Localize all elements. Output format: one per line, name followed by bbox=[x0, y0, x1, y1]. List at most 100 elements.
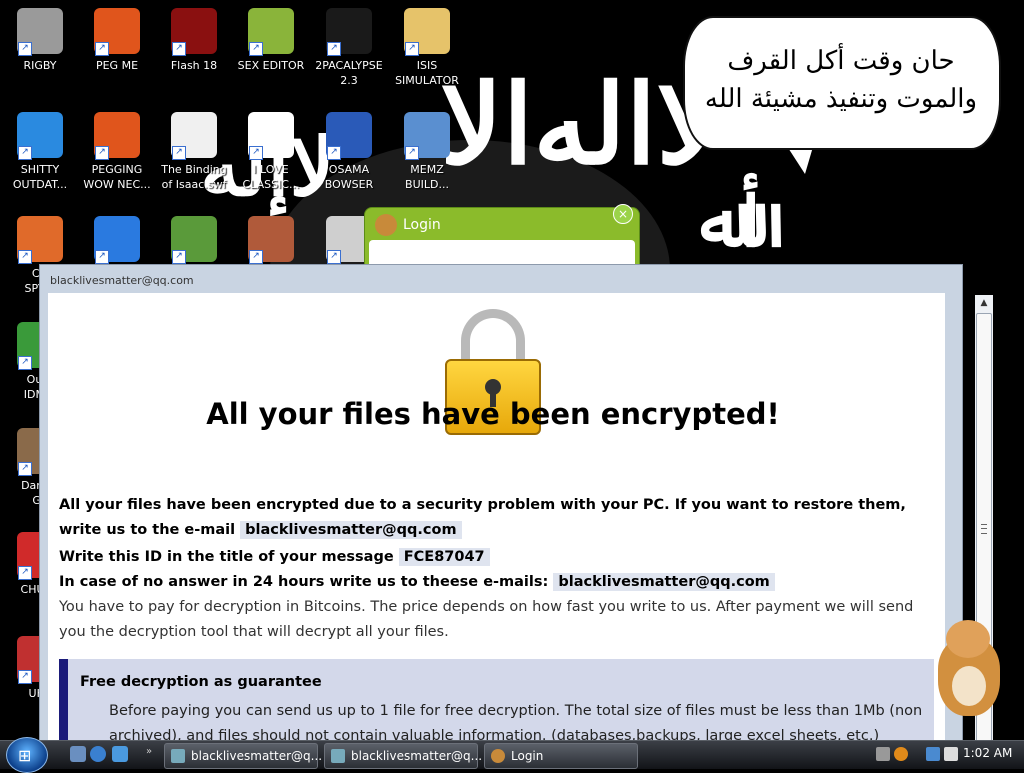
ransom-note-content: All your files have been encrypted! All … bbox=[48, 293, 945, 740]
desktop-icon[interactable]: ↗ 2PACALYPSE 2.3 bbox=[311, 8, 387, 88]
shortcut-arrow-icon: ↗ bbox=[18, 42, 32, 56]
csharp-icon: ↗ bbox=[171, 216, 217, 264]
obama-logo-icon: ↗ bbox=[326, 112, 372, 160]
desktop-icon[interactable]: ↗ PEGGING WOW NEC... bbox=[79, 112, 155, 192]
taskbar-item-label: blacklivesmatter@q... bbox=[351, 749, 483, 763]
shortcut-arrow-icon: ↗ bbox=[249, 146, 263, 160]
desktop-icon-label: PEG ME bbox=[95, 59, 139, 72]
calendar-icon: ↗ bbox=[248, 112, 294, 160]
contact-email[interactable]: blacklivesmatter@qq.com bbox=[240, 521, 462, 539]
portrait-64-icon: ↗ bbox=[248, 216, 294, 264]
desktop-icon-label: RIGBY bbox=[23, 59, 57, 72]
flash-icon: ↗ bbox=[171, 8, 217, 56]
tray-app-icon[interactable] bbox=[876, 747, 890, 761]
guarantee-box: Free decryption as guarantee Before payi… bbox=[59, 659, 934, 740]
desktop-icon-label: PEGGING WOW NEC... bbox=[83, 163, 151, 191]
speech-line-1: حان وقت أكل القرف bbox=[727, 46, 955, 76]
shortcut-arrow-icon: ↗ bbox=[405, 146, 419, 160]
shortcut-arrow-icon: ↗ bbox=[95, 146, 109, 160]
desktop-icon[interactable]: ↗ bbox=[79, 216, 155, 266]
desktop-icon[interactable]: ↗ bbox=[233, 216, 309, 266]
desktop-icon-label: The Binding of Isaac.swf bbox=[161, 163, 227, 191]
shortcut-arrow-icon: ↗ bbox=[172, 42, 186, 56]
clock[interactable]: 1:02 AM bbox=[963, 746, 1012, 760]
speech-bubble-text: حان وقت أكل القرف والموت وتنفيذ مشيئة ال… bbox=[693, 42, 989, 118]
shortcut-arrow-icon: ↗ bbox=[327, 146, 341, 160]
shortcut-arrow-icon: ↗ bbox=[18, 670, 32, 684]
flash-file-icon: ↗ bbox=[171, 112, 217, 160]
backup-email[interactable]: blacklivesmatter@qq.com bbox=[553, 573, 775, 591]
window-icon: ↗ bbox=[404, 112, 450, 160]
shortcut-arrow-icon: ↗ bbox=[95, 42, 109, 56]
desktop-icon-label: SEX EDITOR bbox=[237, 59, 305, 72]
taskbar: ⊞ » blacklivesmatter@q... blacklivesmatt… bbox=[0, 737, 1024, 773]
guarantee-title: Free decryption as guarantee bbox=[80, 674, 322, 690]
window-icon bbox=[331, 749, 345, 763]
victim-id: FCE87047 bbox=[398, 548, 490, 566]
desktop-icon-label: SHITTY OUTDAT... bbox=[12, 163, 68, 191]
shortcut-arrow-icon: ↗ bbox=[405, 42, 419, 56]
window-icon bbox=[171, 749, 185, 763]
taskbar-item-ransom-1[interactable]: blacklivesmatter@q... bbox=[164, 743, 322, 769]
ransom-paragraph-backup: In case of no answer in 24 hours write u… bbox=[59, 570, 929, 595]
desktop-icon[interactable]: ↗ ISIS SIMULATOR bbox=[389, 8, 465, 88]
ransom-window[interactable]: blacklivesmatter@qq.com All your files h… bbox=[39, 264, 993, 740]
ransom-paragraph-payment: You have to pay for decryption in Bitcoi… bbox=[59, 599, 914, 640]
wallpaper-script: ﺃﷲ bbox=[700, 180, 761, 263]
shortcut-arrow-icon: ↗ bbox=[18, 462, 32, 476]
chevron-icon[interactable]: » bbox=[146, 746, 152, 757]
desktop-icon-label: Flash 18 bbox=[170, 59, 218, 72]
ransom-window-titlebar[interactable]: blacklivesmatter@qq.com bbox=[40, 265, 962, 293]
shortcut-arrow-icon: ↗ bbox=[18, 566, 32, 580]
windows-logo-icon: ⊞ bbox=[18, 746, 32, 765]
shortcut-arrow-icon: ↗ bbox=[249, 42, 263, 56]
peggle-icon: ↗ bbox=[94, 8, 140, 56]
taskbar-item-ransom-2[interactable]: blacklivesmatter@q... bbox=[324, 743, 482, 769]
raccoon-icon: ↗ bbox=[17, 8, 63, 56]
desktop-icon[interactable]: ↗ OSAMA BOWSER bbox=[311, 112, 387, 192]
desktop-icon[interactable]: ↗ Flash 18 bbox=[156, 8, 232, 73]
guarantee-text: Before paying you can send us up to 1 fi… bbox=[109, 703, 923, 740]
hamster-mascot-icon[interactable] bbox=[930, 618, 1010, 718]
speech-line-2: والموت وتنفيذ مشيئة الله bbox=[704, 84, 978, 114]
desktop-icon[interactable]: ↗ MEMZ BUILD... bbox=[389, 112, 465, 192]
desktop-icon[interactable]: ↗ The Binding of Isaac.swf bbox=[156, 112, 232, 192]
desktop-icon[interactable]: ↗ SHITTY OUTDAT... bbox=[2, 112, 78, 192]
login-window-title: Login bbox=[403, 217, 441, 233]
desktop-icon-label: I LOVE CLASSIC... bbox=[242, 163, 300, 191]
quicklaunch-media-icon[interactable] bbox=[112, 746, 128, 762]
taskbar-item-label: blacklivesmatter@q... bbox=[191, 749, 323, 763]
hex-editor-icon: ↗ bbox=[248, 8, 294, 56]
desktop-icon[interactable]: ↗ RIGBY bbox=[2, 8, 78, 73]
shortcut-arrow-icon: ↗ bbox=[172, 250, 186, 264]
quicklaunch-browser-icon[interactable] bbox=[90, 746, 106, 762]
folder-icon: ↗ bbox=[404, 8, 450, 56]
close-icon[interactable]: × bbox=[613, 204, 633, 224]
shortcut-arrow-icon: ↗ bbox=[95, 250, 109, 264]
peggle-icon: ↗ bbox=[94, 216, 140, 264]
desktop-icon[interactable]: ↗ I LOVE CLASSIC... bbox=[233, 112, 309, 192]
ransom-headline: All your files have been encrypted! bbox=[206, 397, 780, 431]
volume-icon[interactable] bbox=[944, 747, 958, 761]
paragraph-text: In case of no answer in 24 hours write u… bbox=[59, 574, 549, 590]
scroll-up-icon[interactable]: ▲ bbox=[975, 295, 993, 311]
network-icon[interactable] bbox=[926, 747, 940, 761]
shortcut-arrow-icon: ↗ bbox=[327, 42, 341, 56]
taskbar-item-login[interactable]: Login bbox=[484, 743, 638, 769]
tray-search-icon[interactable] bbox=[894, 747, 908, 761]
quicklaunch-desktop-icon[interactable] bbox=[70, 746, 86, 762]
hamster-icon bbox=[375, 214, 397, 236]
desktop-icon[interactable]: ↗ PEG ME bbox=[79, 8, 155, 73]
desktop: ﻻﺍﻟﻪﺍﻻ ﻻﺇﻟﻪ ﺃﷲ ↗ RIGBY ↗ PEG ME ↗ Flash 18 ↗ SE… bbox=[0, 0, 1024, 740]
desktop-icon[interactable]: ↗ bbox=[156, 216, 232, 266]
shortcut-arrow-icon: ↗ bbox=[18, 250, 32, 264]
shortcut-arrow-icon: ↗ bbox=[18, 356, 32, 370]
ransom-paragraph-email: All your files have been encrypted due t… bbox=[59, 493, 929, 543]
desktop-icon-label: 2PACALYPSE 2.3 bbox=[315, 59, 383, 87]
ransom-window-title: blacklivesmatter@qq.com bbox=[50, 274, 194, 287]
desktop-icon[interactable]: ↗ SEX EDITOR bbox=[233, 8, 309, 73]
hamster-icon bbox=[491, 749, 505, 763]
taskbar-item-label: Login bbox=[511, 749, 544, 763]
pinwheel-icon: ↗ bbox=[17, 216, 63, 264]
shortcut-arrow-icon: ↗ bbox=[249, 250, 263, 264]
